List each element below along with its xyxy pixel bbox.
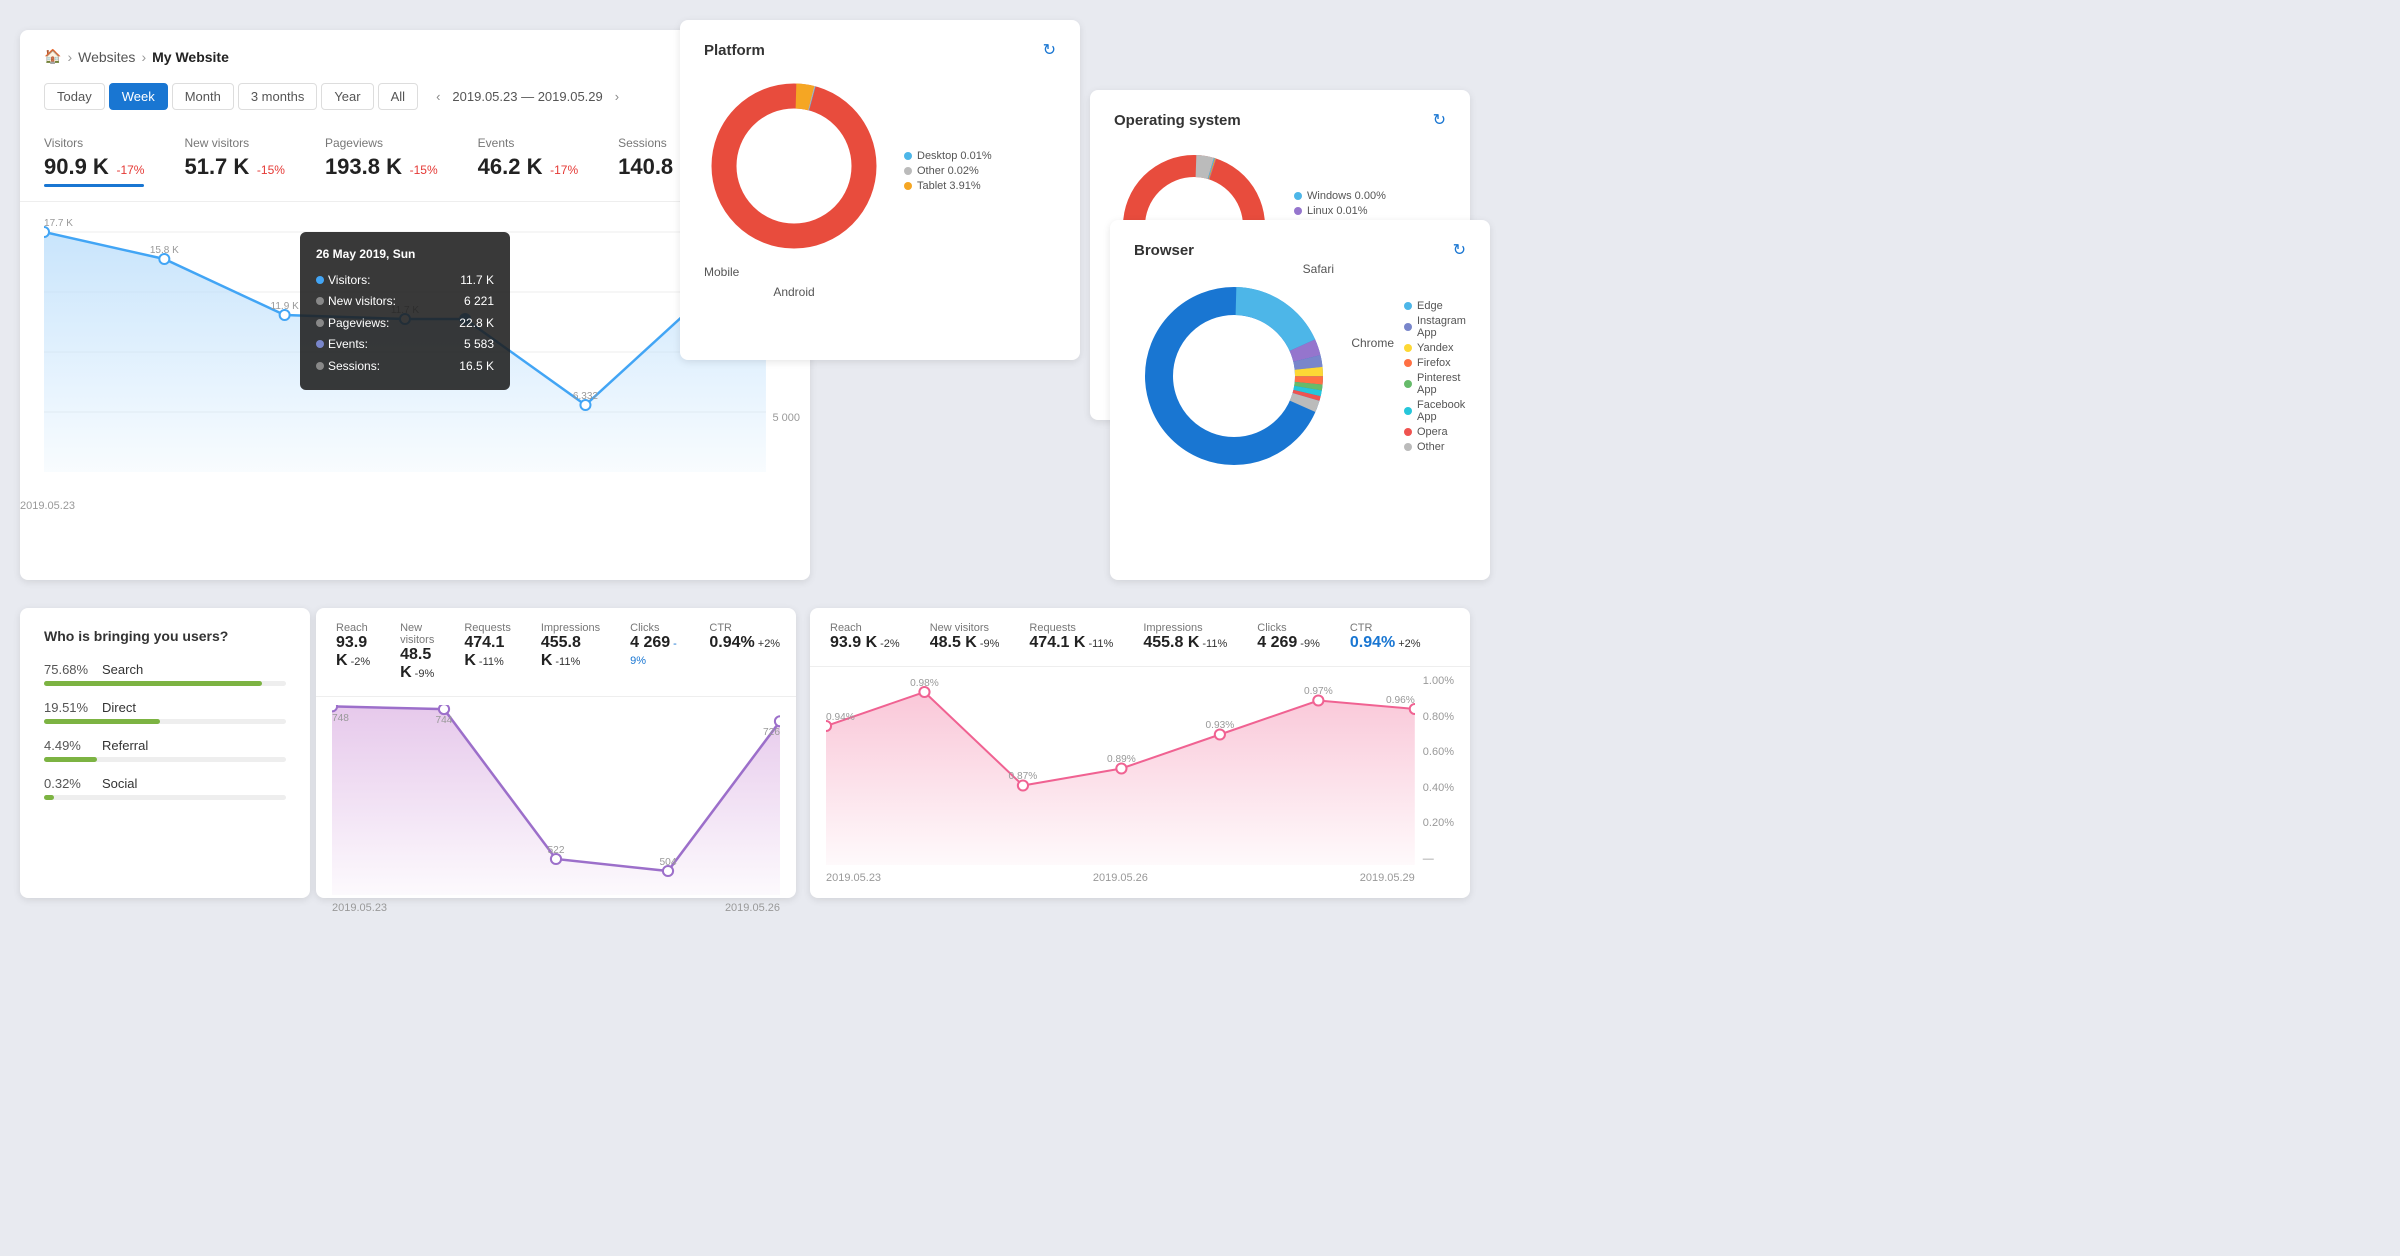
platform-donut-svg [704, 76, 884, 256]
svg-text:726: 726 [763, 727, 780, 738]
browser-refresh-icon[interactable]: ↻ [1453, 240, 1466, 260]
browser-title: Browser [1134, 242, 1194, 259]
metric-new-visitors: New visitors 51.7 K -15% [184, 136, 284, 187]
rc2-impressions: Impressions 455.8 K-11% [1143, 622, 1227, 652]
os-card-header: Operating system ↻ [1114, 110, 1446, 130]
home-icon: 🏠 [44, 48, 61, 65]
users-card: Who is bringing you users? 75.68% Search… [20, 608, 310, 898]
date-range: ‹ 2019.05.23 — 2019.05.29 › [430, 85, 625, 108]
platform-refresh-icon[interactable]: ↻ [1043, 40, 1056, 60]
breadcrumb-sep1: › [67, 49, 72, 65]
users-card-title: Who is bringing you users? [44, 628, 286, 644]
svg-text:6.332: 6.332 [573, 391, 598, 402]
tooltip-events: Events: 5 583 [316, 334, 494, 356]
platform-card: Platform ↻ Mobile Android Desktop 0.01% [680, 20, 1080, 360]
traffic-social: 0.32% Social [44, 776, 286, 800]
reach-metrics-2: Reach 93.9 K-2% New visitors 48.5 K-9% R… [810, 608, 1470, 667]
svg-text:0.87%: 0.87% [1009, 771, 1038, 782]
metric-visitors: Visitors 90.9 K -17% [44, 136, 144, 187]
svg-text:522: 522 [548, 845, 565, 856]
svg-text:0.89%: 0.89% [1107, 754, 1136, 765]
svg-text:11.9 K: 11.9 K [271, 301, 300, 312]
platform-android-label: Android [704, 285, 884, 299]
traffic-direct: 19.51% Direct [44, 700, 286, 724]
btn-today[interactable]: Today [44, 83, 105, 110]
svg-text:0.98%: 0.98% [910, 678, 939, 689]
platform-card-header: Platform ↻ [704, 40, 1056, 60]
browser-card: Browser ↻ [1110, 220, 1490, 580]
btn-year[interactable]: Year [321, 83, 373, 110]
chrome-label: Chrome [1351, 336, 1394, 350]
svg-text:0.94%: 0.94% [826, 712, 855, 723]
reach-card-1: Reach 93.9 K-2% New visitors 48.5 K-9% R… [316, 608, 796, 898]
svg-text:748: 748 [332, 713, 349, 724]
browser-donut-svg [1134, 276, 1334, 476]
reach-chart-svg: 748 744 522 504 726 [332, 705, 780, 895]
rm-impressions: Impressions 455.8 K-11% [541, 622, 600, 682]
browser-donut-wrap: Chrome Safari [1134, 276, 1334, 479]
traffic-search: 75.68% Search [44, 662, 286, 686]
x-label-start: 2019.05.23 [20, 500, 75, 512]
svg-text:0.96%: 0.96% [1386, 695, 1415, 706]
btn-3months[interactable]: 3 months [238, 83, 317, 110]
ctr-chart-svg: 0.94% 0.98% 0.87% 0.89% 0.93% 0.97% 0.96… [826, 675, 1415, 865]
os-refresh-icon[interactable]: ↻ [1433, 110, 1446, 130]
svg-text:744: 744 [436, 715, 453, 726]
browser-layout: Chrome Safari Edge Instagram App Yandex … [1134, 276, 1466, 479]
btn-month[interactable]: Month [172, 83, 234, 110]
ctr-y-labels: 1.00% 0.80% 0.60% 0.40% 0.20% — [1415, 675, 1454, 865]
tooltip-new-visitors: New visitors: 6 221 [316, 291, 494, 313]
browser-legend: Edge Instagram App Yandex Firefox Pinter… [1404, 300, 1466, 456]
ctr-x-labels: 2019.05.23 2019.05.26 2019.05.29 [826, 872, 1415, 884]
platform-legend: Desktop 0.01% Other 0.02% Tablet 3.91% [904, 150, 992, 195]
svg-text:15.8 K: 15.8 K [150, 245, 179, 256]
browser-card-header: Browser ↻ [1134, 240, 1466, 260]
rc2-new-visitors: New visitors 48.5 K-9% [930, 622, 1000, 652]
svg-text:0.97%: 0.97% [1304, 686, 1333, 697]
platform-donut-wrap: Mobile Android [704, 76, 884, 259]
breadcrumb-websites[interactable]: Websites [78, 49, 135, 65]
tooltip-title: 26 May 2019, Sun [316, 244, 494, 266]
safari-label: Safari [1303, 262, 1334, 276]
tooltip-sessions: Sessions: 16.5 K [316, 356, 494, 378]
rm-ctr: CTR 0.94%+2% [709, 622, 780, 682]
btn-all[interactable]: All [378, 83, 418, 110]
platform-title: Platform [704, 42, 765, 59]
tooltip-visitors: Visitors: 11.7 K [316, 270, 494, 292]
svg-text:17.7 K: 17.7 K [44, 218, 73, 229]
prev-arrow[interactable]: ‹ [430, 85, 446, 108]
next-arrow[interactable]: › [609, 85, 625, 108]
rm-reach: Reach 93.9 K-2% [336, 622, 370, 682]
rm-new-visitors: New visitors 48.5 K-9% [400, 622, 434, 682]
rm-clicks: Clicks 4 269-9% [630, 622, 679, 682]
traffic-referral: 4.49% Referral [44, 738, 286, 762]
metric-events: Events 46.2 K -17% [478, 136, 578, 187]
ctr-chart-wrap: 0.94% 0.98% 0.87% 0.89% 0.93% 0.97% 0.96… [826, 675, 1415, 884]
rc2-clicks: Clicks 4 269-9% [1257, 622, 1320, 652]
rc2-ctr: CTR 0.94%+2% [1350, 622, 1421, 652]
breadcrumb-sep2: › [141, 49, 146, 65]
rm-requests: Requests 474.1 K-11% [464, 622, 510, 682]
os-title: Operating system [1114, 112, 1241, 129]
rc2-requests: Requests 474.1 K-11% [1029, 622, 1113, 652]
reach-chart-2: 0.94% 0.98% 0.87% 0.89% 0.93% 0.97% 0.96… [810, 667, 1470, 887]
reach-card-2: Reach 93.9 K-2% New visitors 48.5 K-9% R… [810, 608, 1470, 898]
btn-week[interactable]: Week [109, 83, 168, 110]
metric-pageviews: Pageviews 193.8 K -15% [325, 136, 438, 187]
breadcrumb-site: My Website [152, 49, 229, 65]
tooltip-pageviews: Pageviews: 22.8 K [316, 313, 494, 335]
date-range-label: 2019.05.23 — 2019.05.29 [452, 89, 602, 104]
platform-layout: Mobile Android Desktop 0.01% Other 0.02%… [704, 76, 1056, 259]
reach-metrics-1: Reach 93.9 K-2% New visitors 48.5 K-9% R… [316, 608, 796, 697]
platform-mobile-label: Mobile [704, 265, 884, 279]
chart-tooltip: 26 May 2019, Sun Visitors: 11.7 K New vi… [300, 232, 510, 390]
y-label-5k: 5 000 [772, 412, 800, 424]
rc2-reach: Reach 93.9 K-2% [830, 622, 900, 652]
reach-chart-1: 748 744 522 504 726 2019.05.23 2019.05.2… [316, 697, 796, 917]
svg-text:504: 504 [660, 857, 677, 868]
reach1-x-labels: 2019.05.23 2019.05.26 [332, 902, 780, 914]
svg-text:0.93%: 0.93% [1206, 720, 1235, 731]
